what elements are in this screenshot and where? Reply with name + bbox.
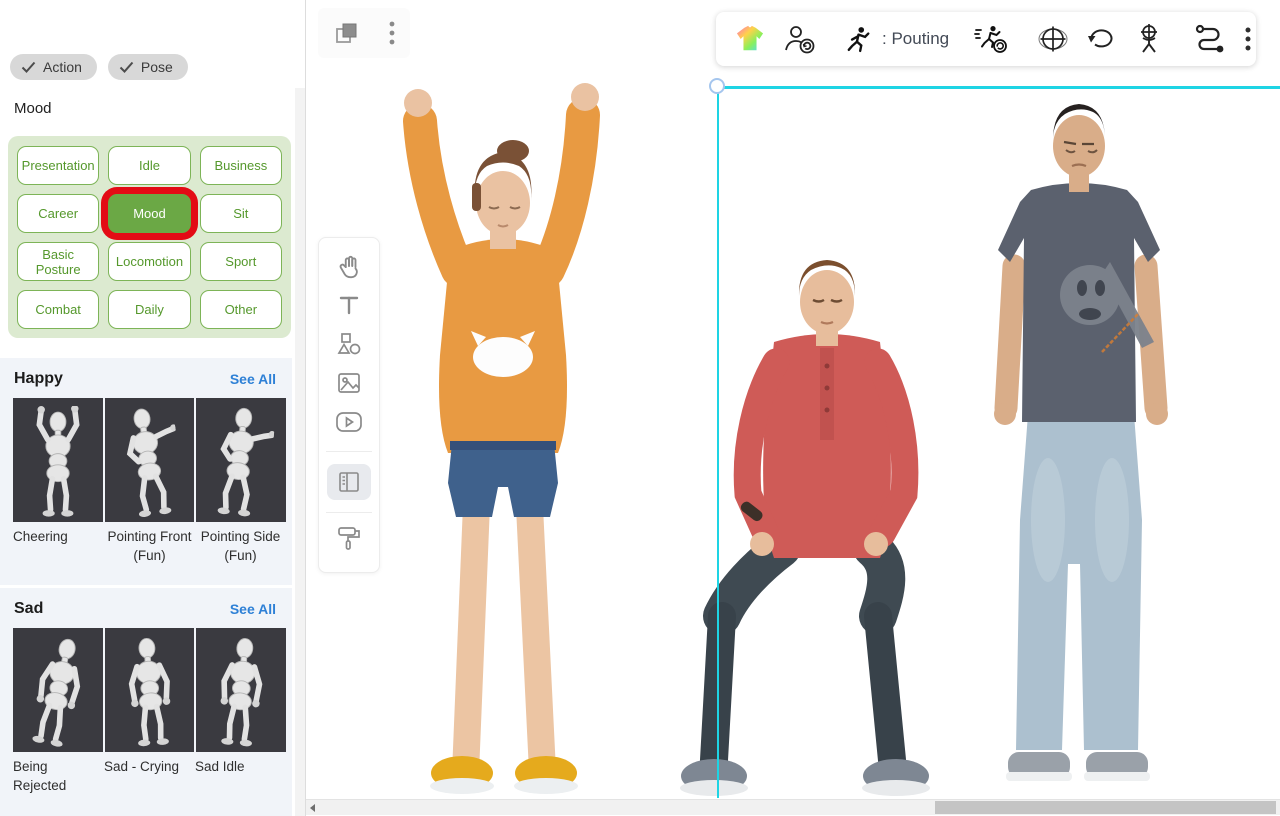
kebab-menu-icon[interactable] [388,19,396,47]
section-happy-see-all-link[interactable]: See All [230,371,276,387]
pose-label: Pointing Side (Fun) [195,522,286,565]
section-sad: Sad See All Being Rejected Sad - Crying … [0,588,292,816]
video-icon[interactable] [334,408,364,436]
mannequin-sad-idle-icon [204,633,278,750]
selection-corner-handle[interactable] [709,78,725,94]
pose-thumbnail-pointing-front[interactable] [105,398,195,522]
mannequin-pointing-front-icon [110,402,189,522]
motion-path-icon[interactable] [1194,24,1226,54]
pose-library-sidebar: Action Pose Mood Presentation Idle Busin… [0,0,306,816]
mannequin-cheering-icon [26,406,90,518]
pose-label: Being Rejected [13,752,104,795]
category-sit[interactable]: Sit [200,194,282,233]
paint-roller-icon[interactable] [334,525,364,553]
section-sad-see-all-link[interactable]: See All [230,601,276,617]
category-other[interactable]: Other [200,290,282,329]
category-mood[interactable]: Mood [108,194,190,233]
divider [326,512,372,513]
pose-thumbnail-sad-crying[interactable] [105,628,195,752]
hand-icon[interactable] [334,252,364,280]
category-business[interactable]: Business [200,146,282,185]
animation-icon[interactable] [845,25,871,53]
mannequin-pointing-side-icon [203,403,278,521]
category-idle[interactable]: Idle [108,146,190,185]
pose-thumbnail-pointing-side[interactable] [196,398,286,522]
action-filter-label: Action [43,59,82,75]
pose-label: Sad Idle [195,752,286,795]
pose-icon[interactable] [1134,23,1164,55]
image-icon[interactable] [334,369,364,397]
category-basic-posture[interactable]: Basic Posture [17,242,99,281]
pose-label: Sad - Crying [104,752,195,795]
character-man-sitting[interactable] [670,248,950,804]
category-locomotion[interactable]: Locomotion [108,242,190,281]
arrange-icon[interactable] [332,19,360,47]
character-toolbar: : Pouting [716,12,1256,66]
check-icon [119,61,134,73]
selection-box-left-edge[interactable] [717,86,720,798]
category-daily[interactable]: Daily [108,290,190,329]
current-animation-label: : Pouting [882,29,949,49]
divider [326,451,372,452]
mannequin-sad-crying-icon [114,634,186,750]
section-happy-title: Happy [14,370,63,388]
category-sport[interactable]: Sport [200,242,282,281]
pose-label: Cheering [13,522,104,565]
action-filter-toggle[interactable]: Action [10,54,97,80]
filter-toggle-row: Action Pose [10,54,188,80]
pose-thumbnail-cheering[interactable] [13,398,103,522]
tool-palette [318,237,380,573]
pose-filter-toggle[interactable]: Pose [108,54,188,80]
character-man-pouting[interactable] [952,90,1214,800]
scrollbar-left-icon[interactable] [310,804,315,812]
pose-thumbnail-being-rejected[interactable] [13,628,103,752]
section-sad-title: Sad [14,600,43,618]
category-combat[interactable]: Combat [17,290,99,329]
swap-character-icon[interactable] [783,24,815,54]
check-icon [21,61,36,73]
shapes-icon[interactable] [334,330,364,358]
orbit-icon[interactable] [1038,24,1068,54]
panel-title: Mood [14,100,52,117]
category-presentation[interactable]: Presentation [17,146,99,185]
panel-icon[interactable] [327,464,371,500]
rotate-icon[interactable] [1086,26,1116,52]
text-icon[interactable] [334,291,364,319]
character-woman-cheering[interactable] [362,55,646,800]
pose-thumbnail-sad-idle[interactable] [196,628,286,752]
category-grid: Presentation Idle Business Career Mood S… [8,136,291,338]
pose-filter-label: Pose [141,59,173,75]
mannequin-being-rejected-icon [15,631,101,754]
selection-box-top-edge[interactable] [718,86,1280,89]
canvas-hscrollbar-thumb[interactable] [935,801,1276,814]
sidebar-scrollbar[interactable] [295,88,305,816]
category-career[interactable]: Career [17,194,99,233]
outfit-icon[interactable] [735,25,765,53]
pose-label: Pointing Front (Fun) [104,522,195,565]
more-icon[interactable] [1244,25,1252,53]
swap-animation-icon[interactable] [974,24,1008,54]
canvas-mini-toolbar [318,8,410,58]
section-happy: Happy See All Cheering Pointing Front (F… [0,358,292,585]
